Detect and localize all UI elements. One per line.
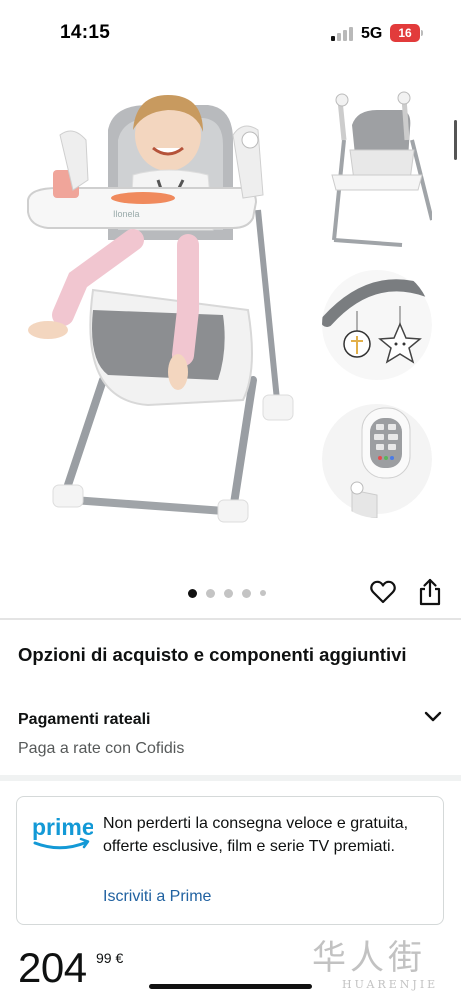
pagination-dot[interactable]	[242, 588, 251, 598]
status-time: 14:15	[60, 22, 111, 43]
gallery-scroll-indicator	[454, 120, 457, 160]
prime-logo: prime	[32, 814, 93, 850]
product-gallery[interactable]: Ilonela	[0, 70, 461, 570]
chevron-down-icon[interactable]	[424, 710, 442, 724]
signal-icon	[331, 27, 353, 41]
prime-logo-text: prime	[32, 814, 93, 840]
prime-message: Non perderti la consegna veloce e gratui…	[103, 815, 409, 855]
prime-signup-link[interactable]: Iscriviti a Prime	[103, 888, 211, 906]
pagination-dot[interactable]	[188, 588, 197, 598]
price-fraction: 99 €	[96, 950, 124, 966]
network-type: 5G	[361, 25, 383, 42]
gallery-pagination[interactable]	[188, 587, 266, 599]
section-separator	[0, 775, 461, 781]
home-indicator[interactable]	[149, 984, 312, 989]
heart-icon[interactable]	[370, 580, 396, 604]
battery-cap	[421, 30, 423, 36]
status-bar: 14:15 5G 16	[0, 0, 461, 70]
thumbnail-toys[interactable]	[322, 266, 432, 384]
watermark: 华人街 HUARENJIE	[312, 938, 452, 998]
prime-promo-card[interactable]: prime Non perderti la consegna veloce e …	[16, 796, 444, 925]
thumbnail-chair[interactable]	[322, 80, 432, 255]
battery-icon: 16	[390, 24, 420, 42]
price: 204 99 €	[18, 944, 123, 992]
main-product-image[interactable]: Ilonela	[18, 80, 308, 540]
price-whole: 204	[18, 944, 87, 991]
pagination-dot[interactable]	[206, 588, 215, 598]
watermark-chinese: 华人街	[312, 938, 426, 978]
section-divider	[0, 618, 461, 620]
thumbnail-controls[interactable]	[322, 400, 432, 518]
installments-title[interactable]: Pagamenti rateali	[18, 711, 151, 729]
share-icon[interactable]	[418, 578, 442, 606]
tray-brand-label: Ilonela	[113, 209, 140, 219]
pagination-dot[interactable]	[224, 588, 233, 598]
installments-subtitle[interactable]: Paga a rate con Cofidis	[18, 740, 184, 758]
purchase-options-title: Opzioni di acquisto e componenti aggiunt…	[18, 644, 407, 665]
pagination-dot[interactable]	[260, 590, 266, 596]
watermark-latin: HUARENJIE	[342, 978, 439, 991]
